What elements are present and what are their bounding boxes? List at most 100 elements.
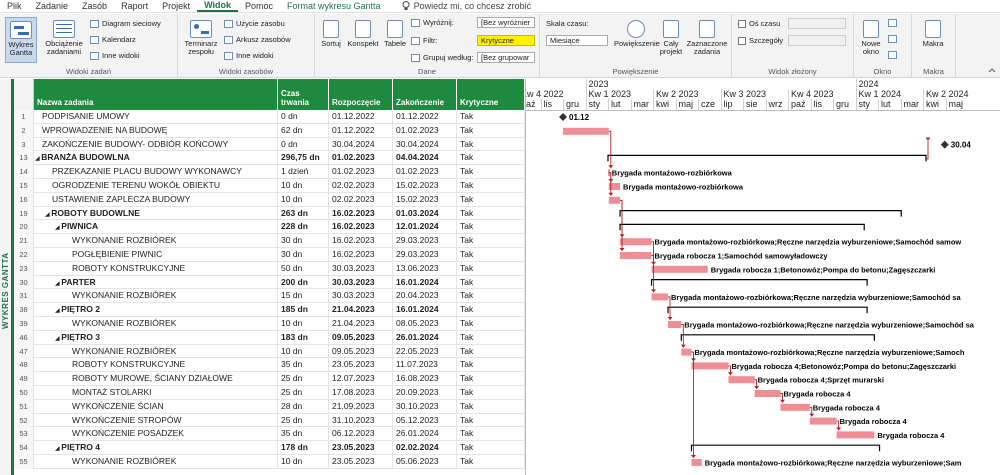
table-row[interactable]: 31 WYKONANIE ROZBIÓREK 15 dn 30.03.2023 20.0…: [14, 289, 525, 304]
cell-task-name[interactable]: WYKONANIE ROZBIÓREK: [34, 344, 278, 359]
cell-start[interactable]: 21.04.2023: [329, 303, 393, 317]
cell-start[interactable]: 17.08.2023: [329, 386, 393, 400]
cell-duration[interactable]: 1 dzień: [278, 165, 329, 179]
row-number[interactable]: 49: [14, 372, 34, 386]
tables-button[interactable]: Tabele: [382, 20, 408, 48]
cell-start[interactable]: 01.12.2022: [329, 110, 393, 124]
table-row[interactable]: 16 USTAWIENIE ZAPLECZA BUDOWY 10 dn 02.02.2…: [14, 192, 525, 207]
row-number[interactable]: 2: [14, 123, 34, 138]
cell-task-name[interactable]: MONTAŻ STOLARKI: [34, 386, 278, 400]
cell-finish[interactable]: 30.04.2024: [393, 137, 457, 152]
cell-critical[interactable]: Tak: [457, 344, 525, 359]
cell-critical[interactable]: Tak: [457, 206, 525, 221]
cell-task-name[interactable]: WYKOŃCZENIE POSADZEK: [34, 427, 278, 442]
selected-tasks-button[interactable]: Zaznaczone zadania: [686, 20, 728, 56]
row-number[interactable]: 16: [14, 192, 34, 207]
cell-finish[interactable]: 29.03.2023: [393, 248, 457, 262]
group-by-dropdown[interactable]: [Bez grupowar: [477, 52, 535, 63]
team-planner-button[interactable]: Terminarz zespołu: [182, 20, 220, 56]
cell-critical[interactable]: Tak: [457, 110, 525, 124]
cell-duration[interactable]: 30 dn: [278, 234, 329, 248]
cell-finish[interactable]: 05.12.2023: [393, 413, 457, 428]
cell-finish[interactable]: 04.04.2024: [393, 151, 457, 166]
row-number[interactable]: 21: [14, 234, 34, 248]
table-row[interactable]: 38 ◢ PIĘTRO 2 185 dn 21.04.2023 16.01.2024 Ta…: [14, 303, 525, 317]
cell-finish[interactable]: 11.07.2023: [393, 358, 457, 373]
row-number[interactable]: 23: [14, 261, 34, 276]
menu-projekt[interactable]: Projekt: [155, 1, 197, 11]
cell-critical[interactable]: Tak: [457, 137, 525, 152]
cell-task-name[interactable]: ◢ PARTER: [34, 275, 278, 290]
menu-pomoc[interactable]: Pomoc: [238, 1, 280, 11]
menu-format-gantt[interactable]: Format wykresu Gantta: [280, 1, 388, 11]
cell-finish[interactable]: 08.05.2023: [393, 317, 457, 331]
row-number[interactable]: 50: [14, 386, 34, 400]
cell-critical[interactable]: Tak: [457, 179, 525, 193]
entire-project-button[interactable]: Cały projekt: [658, 20, 684, 56]
cell-task-name[interactable]: WYKONANIE ROZBIÓREK: [34, 455, 278, 469]
timescale-dropdown[interactable]: Miesiące: [546, 35, 608, 46]
row-number[interactable]: 22: [14, 248, 34, 262]
table-row[interactable]: 20 ◢ PIWNICA 228 dn 16.02.2023 12.01.2024 Tak: [14, 220, 525, 235]
cell-duration[interactable]: 10 dn: [278, 179, 329, 193]
table-row[interactable]: 15 OGRODZENIE TERENU WOKÓŁ OBIEKTU 10 dn 02…: [14, 179, 525, 193]
cell-critical[interactable]: Tak: [457, 151, 525, 166]
row-number[interactable]: 15: [14, 179, 34, 193]
cell-critical[interactable]: Tak: [457, 123, 525, 138]
new-window-button[interactable]: Nowe okno: [858, 20, 884, 56]
cell-task-name[interactable]: ◢ PIĘTRO 2: [34, 303, 278, 317]
col-header-name[interactable]: Nazwa zadania: [34, 79, 278, 110]
row-number[interactable]: 13: [14, 151, 34, 166]
cell-finish[interactable]: 01.02.2023: [393, 165, 457, 179]
cell-duration[interactable]: 10 dn: [278, 344, 329, 359]
cell-duration[interactable]: 50 dn: [278, 261, 329, 276]
cell-start[interactable]: 01.02.2023: [329, 151, 393, 166]
cell-start[interactable]: 30.04.2024: [329, 137, 393, 152]
cell-finish[interactable]: 20.09.2023: [393, 386, 457, 400]
table-row[interactable]: 39 WYKONANIE ROZBIÓREK 10 dn 21.04.2023 08.0…: [14, 317, 525, 331]
table-row[interactable]: 50 MONTAŻ STOLARKI 25 dn 17.08.2023 20.09.20…: [14, 386, 525, 400]
cell-start[interactable]: 31.10.2023: [329, 413, 393, 428]
cell-finish[interactable]: 12.01.2024: [393, 220, 457, 235]
timeline-checkbox[interactable]: Oś czasu: [738, 19, 780, 28]
task-usage-button[interactable]: Obciążenie zadaniami: [42, 20, 86, 56]
cell-start[interactable]: 30.03.2023: [329, 275, 393, 290]
row-number[interactable]: 39: [14, 317, 34, 331]
menu-widok[interactable]: Widok: [197, 0, 239, 12]
cell-start[interactable]: 12.07.2023: [329, 372, 393, 386]
table-row[interactable]: 1 PODPISANIE UMOWY 0 dn 01.12.2022 01.12.202…: [14, 110, 525, 124]
cell-finish[interactable]: 15.02.2023: [393, 179, 457, 193]
cell-duration[interactable]: 15 dn: [278, 289, 329, 304]
cell-duration[interactable]: 62 dn: [278, 123, 329, 138]
cell-critical[interactable]: Tak: [457, 261, 525, 276]
cell-start[interactable]: 30.03.2023: [329, 289, 393, 304]
cell-start[interactable]: 21.04.2023: [329, 317, 393, 331]
cell-finish[interactable]: 01.02.2023: [393, 123, 457, 138]
cell-critical[interactable]: Tak: [457, 427, 525, 442]
cell-task-name[interactable]: ZAKOŃCZENIE BUDOWY- ODBIÓR KOŃCOWY: [34, 137, 278, 152]
window-switch-button[interactable]: [888, 19, 897, 27]
cell-duration[interactable]: 0 dn: [278, 137, 329, 152]
cell-start[interactable]: 09.05.2023: [329, 344, 393, 359]
zoom-button[interactable]: Powiększenie: [614, 20, 660, 48]
cell-start[interactable]: 01.12.2022: [329, 123, 393, 138]
cell-task-name[interactable]: ◢ PIWNICA: [34, 220, 278, 235]
row-number[interactable]: 51: [14, 399, 34, 414]
cell-task-name[interactable]: USTAWIENIE ZAPLECZA BUDOWY: [34, 192, 278, 207]
resource-usage-button[interactable]: Użycie zasobu: [224, 19, 285, 28]
cell-critical[interactable]: Tak: [457, 165, 525, 179]
row-number[interactable]: 38: [14, 303, 34, 317]
cell-duration[interactable]: 25 dn: [278, 413, 329, 428]
cell-critical[interactable]: Tak: [457, 358, 525, 373]
cell-start[interactable]: 21.09.2023: [329, 399, 393, 414]
cell-critical[interactable]: Tak: [457, 441, 525, 455]
menu-plik[interactable]: Plik: [0, 1, 29, 11]
other-task-views-button[interactable]: Inne widoki: [90, 51, 140, 60]
cell-finish[interactable]: 26.01.2024: [393, 330, 457, 345]
cell-duration[interactable]: 10 dn: [278, 455, 329, 469]
col-header-finish[interactable]: Zakończenie: [393, 79, 457, 110]
cell-critical[interactable]: Tak: [457, 248, 525, 262]
cell-duration[interactable]: 35 dn: [278, 358, 329, 373]
row-number[interactable]: 14: [14, 165, 34, 179]
cell-finish[interactable]: 15.02.2023: [393, 192, 457, 207]
